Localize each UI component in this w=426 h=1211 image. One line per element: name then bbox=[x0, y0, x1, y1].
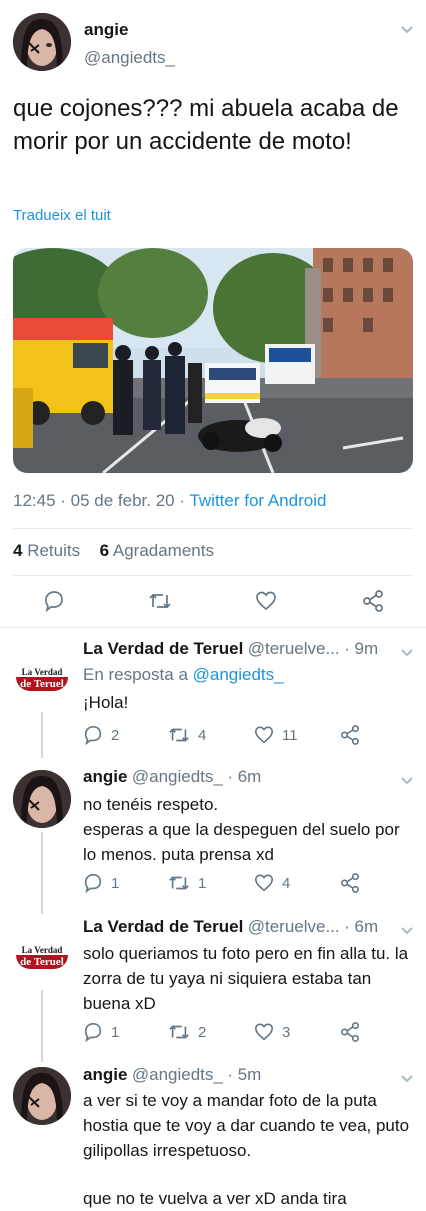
reply-icon bbox=[84, 1022, 102, 1042]
logo-line2: de Teruel bbox=[16, 955, 68, 969]
reply-name[interactable]: La Verdad de Teruel bbox=[83, 639, 243, 658]
engagement-stats: 4 Retuits 6 Agradaments bbox=[13, 541, 214, 561]
reply-time[interactable]: · 6m bbox=[344, 917, 378, 936]
tweet-text: que cojones??? mi abuela acaba de morir … bbox=[13, 95, 399, 155]
like-icon[interactable] bbox=[255, 590, 277, 617]
reply-handle[interactable]: @teruelve... bbox=[248, 917, 340, 936]
reply-icon[interactable] bbox=[43, 590, 65, 617]
reply-handle[interactable]: @teruelve... bbox=[248, 639, 340, 658]
like-count: 11 bbox=[282, 726, 298, 744]
tweet-timestamp[interactable]: 12:45 · 05 de febr. 20 · Twitter for And… bbox=[13, 491, 326, 511]
retweet-count: 2 bbox=[198, 1023, 207, 1041]
share-icon[interactable] bbox=[362, 590, 384, 617]
tweet-menu-chevron-icon[interactable] bbox=[400, 645, 414, 663]
reply-icon bbox=[84, 725, 102, 745]
retweets-count: 4 bbox=[13, 541, 23, 560]
likes-stat[interactable]: 6 Agradaments bbox=[100, 541, 214, 560]
reply-avatar-la-verdad-logo[interactable]: La Verdad de Teruel bbox=[13, 928, 71, 986]
share-icon[interactable] bbox=[340, 725, 360, 750]
likes-label: Agradaments bbox=[112, 541, 214, 560]
reply-text: no tenéis respeto. esperas a que la desp… bbox=[83, 795, 400, 864]
reply-text: ¡Hola! bbox=[83, 693, 129, 712]
retweet-button[interactable]: 2 bbox=[168, 1022, 206, 1042]
reply-time[interactable]: · 5m bbox=[227, 1065, 261, 1084]
tweet-menu-chevron-icon[interactable] bbox=[400, 923, 414, 941]
reply-text: a ver si te voy a mandar foto de la puta… bbox=[83, 1091, 410, 1160]
reply-header: angie @angiedts_ · 5m bbox=[83, 1065, 261, 1085]
reply-avatar[interactable] bbox=[13, 1067, 71, 1125]
like-count: 3 bbox=[282, 1023, 291, 1041]
retweet-icon bbox=[169, 728, 189, 742]
divider bbox=[13, 575, 413, 576]
reply-header: La Verdad de Teruel @teruelve... · 6m bbox=[83, 917, 378, 937]
like-count: 4 bbox=[282, 874, 291, 892]
reply-button[interactable]: 1 bbox=[83, 873, 119, 893]
like-icon bbox=[254, 874, 274, 892]
reply-handle[interactable]: @angiedts_ bbox=[132, 767, 223, 786]
retweet-count: 1 bbox=[198, 874, 207, 892]
author-handle[interactable]: @angiedts_ bbox=[84, 48, 175, 68]
retweet-button[interactable]: 1 bbox=[168, 873, 206, 893]
retweet-icon bbox=[169, 1025, 189, 1039]
likes-count: 6 bbox=[99, 541, 110, 560]
retweet-icon[interactable] bbox=[148, 591, 172, 616]
divider bbox=[0, 627, 426, 628]
like-button[interactable]: 11 bbox=[254, 725, 298, 745]
thread-line bbox=[41, 712, 43, 758]
logo-line1: La Verdad bbox=[21, 667, 63, 677]
reply-text: solo queriamos tu foto pero en fin alla … bbox=[83, 944, 409, 1013]
logo-line1: La Verdad bbox=[21, 945, 63, 955]
reply-icon bbox=[84, 873, 102, 893]
reply-text-continued: que no te vuelva a ver xD anda tira bbox=[83, 1189, 347, 1208]
tweet-photo[interactable] bbox=[13, 248, 413, 473]
thread-line bbox=[41, 832, 43, 914]
retweet-icon bbox=[169, 876, 189, 890]
like-button[interactable]: 4 bbox=[254, 873, 290, 893]
reply-avatar-la-verdad-logo[interactable]: La Verdad de Teruel bbox=[13, 650, 71, 708]
author-name[interactable]: angie bbox=[84, 20, 128, 40]
share-icon[interactable] bbox=[340, 1022, 360, 1047]
reply-context-handle[interactable]: @angiedts_ bbox=[193, 665, 284, 684]
reply-name[interactable]: La Verdad de Teruel bbox=[83, 917, 243, 936]
divider bbox=[13, 528, 413, 529]
reply-name[interactable]: angie bbox=[83, 1065, 127, 1084]
retweets-stat[interactable]: 4 Retuits bbox=[13, 541, 85, 560]
retweet-button[interactable]: 4 bbox=[168, 725, 206, 745]
tweet-menu-chevron-icon[interactable] bbox=[400, 1071, 414, 1089]
reply-context: En resposta a @angiedts_ bbox=[83, 665, 284, 685]
share-icon[interactable] bbox=[340, 873, 360, 898]
reply-button[interactable]: 2 bbox=[83, 725, 119, 745]
tweet-source[interactable]: Twitter for Android bbox=[189, 491, 326, 510]
tweet-menu-chevron-icon[interactable] bbox=[400, 22, 414, 38]
like-icon bbox=[254, 1023, 274, 1041]
reply-button[interactable]: 1 bbox=[83, 1022, 119, 1042]
like-button[interactable]: 3 bbox=[254, 1022, 290, 1042]
tweet-menu-chevron-icon[interactable] bbox=[400, 773, 414, 791]
reply-time[interactable]: · 6m bbox=[227, 767, 261, 786]
author-avatar[interactable] bbox=[13, 13, 71, 71]
logo-line2: de Teruel bbox=[16, 677, 68, 691]
reply-handle[interactable]: @angiedts_ bbox=[132, 1065, 223, 1084]
reply-header: La Verdad de Teruel @teruelve... · 9m bbox=[83, 639, 378, 659]
tweet-time: 12:45 · 05 de febr. 20 · bbox=[13, 491, 190, 510]
reply-count: 1 bbox=[111, 874, 120, 892]
reply-header: angie @angiedts_ · 6m bbox=[83, 767, 261, 787]
thread-line bbox=[41, 990, 43, 1062]
reply-avatar[interactable] bbox=[13, 770, 71, 828]
reply-context-prefix: En resposta a bbox=[83, 665, 193, 684]
reply-count: 2 bbox=[111, 726, 120, 744]
like-icon bbox=[254, 726, 274, 744]
reply-count: 1 bbox=[111, 1023, 120, 1041]
translate-tweet-link[interactable]: Tradueix el tuit bbox=[13, 207, 111, 224]
reply-name[interactable]: angie bbox=[83, 767, 127, 786]
reply-time[interactable]: · 9m bbox=[344, 639, 378, 658]
retweets-label: Retuits bbox=[27, 541, 81, 560]
retweet-count: 4 bbox=[198, 726, 207, 744]
